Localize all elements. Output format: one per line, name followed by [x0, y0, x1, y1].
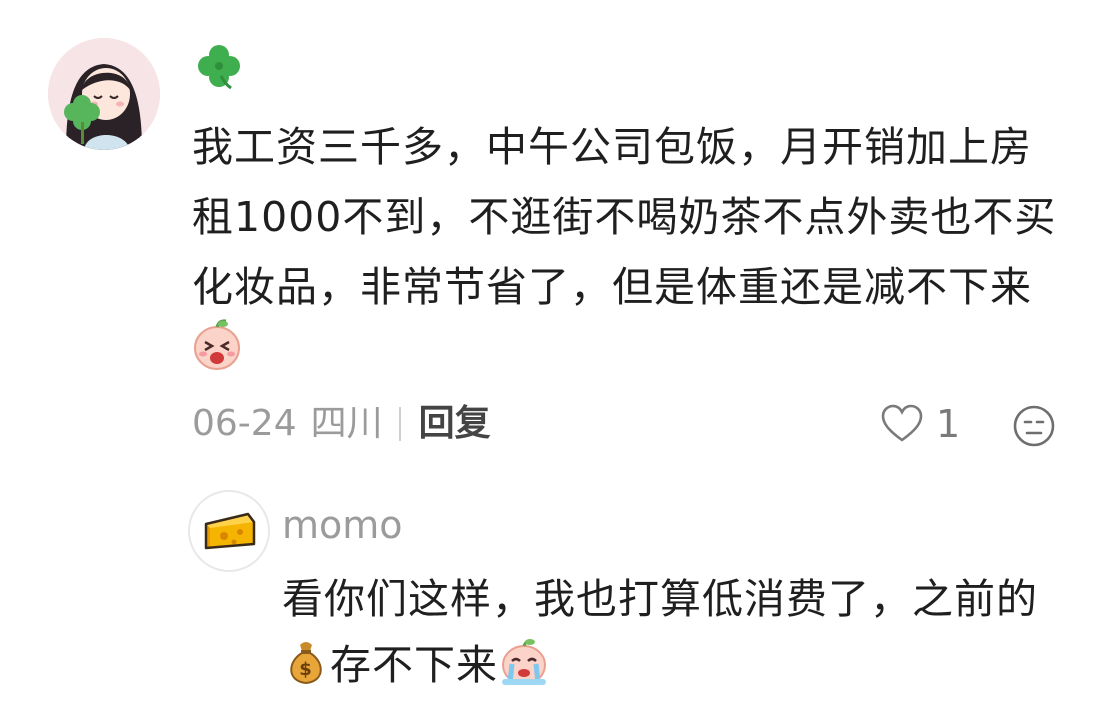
comment-line: 租1000不到，不逛街不喝奶茶不点外卖也不买: [192, 193, 1057, 241]
reply-body: 看你们这样，我也打算低消费了，之前的 $ 存不下来: [282, 566, 1102, 706]
reply-username[interactable]: momo: [282, 500, 403, 550]
reply-button[interactable]: 回复: [419, 400, 491, 448]
comment-date: 06-24: [192, 403, 297, 444]
comment-line: 我工资三千多，中午公司包饭，月开销加上房: [192, 123, 1032, 171]
comment-meta: 06-24 四川 回复: [192, 400, 491, 448]
meta-divider: [398, 407, 401, 441]
girl-avatar-illustration: [48, 38, 160, 150]
like-control[interactable]: 1: [880, 400, 960, 448]
four-leaf-clover-icon[interactable]: [195, 42, 243, 90]
comment-location: 四川: [310, 403, 383, 444]
commenter-avatar[interactable]: [48, 38, 160, 150]
reply-line: 看你们这样，我也打算低消费了，之前的: [282, 575, 1038, 623]
reaction-face-icon[interactable]: [1010, 402, 1058, 450]
comment-line: 化妆品，非常节省了，但是体重还是减不下来: [192, 263, 1032, 311]
svg-text:$: $: [299, 659, 313, 680]
heart-icon[interactable]: [880, 404, 924, 444]
reply-line2-text: 存不下来: [330, 641, 498, 689]
comment-body: 我工资三千多，中午公司包饭，月开销加上房 租1000不到，不逛街不喝奶茶不点外卖…: [192, 112, 1092, 322]
crying-face-emoji: [498, 637, 550, 706]
screaming-face-emoji: [190, 318, 244, 372]
like-count: 1: [936, 402, 961, 446]
reply-line: $ 存不下来: [282, 632, 1102, 706]
money-bag-emoji: $: [282, 637, 330, 706]
cheese-icon: [204, 512, 256, 550]
reply-avatar[interactable]: [188, 490, 270, 572]
